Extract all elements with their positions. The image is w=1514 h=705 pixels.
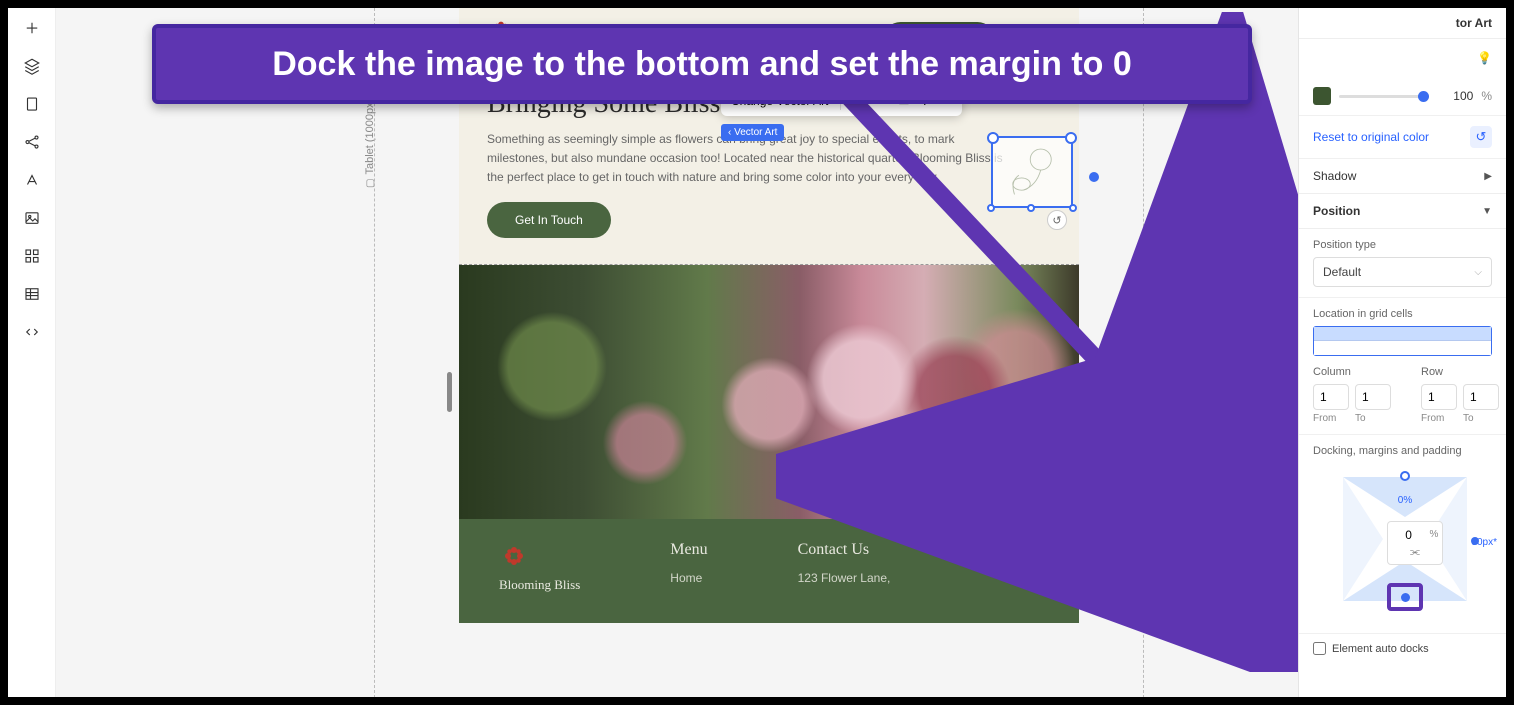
row-label: Row [1421,366,1499,378]
page-icon[interactable] [22,94,42,114]
hint-icon[interactable]: 💡 [1299,39,1506,77]
dock-right-handle[interactable] [1471,537,1479,545]
row-from-input[interactable] [1421,384,1457,410]
undo-icon[interactable]: ↺ [1047,210,1067,230]
opacity-slider[interactable] [1339,95,1429,98]
position-section[interactable]: Position▼ [1299,194,1506,229]
image-icon[interactable] [22,208,42,228]
chevron-down-icon: ▼ [1482,206,1492,217]
footer-menu-heading: Menu [670,541,707,559]
footer-menu: Menu Home [670,541,707,593]
tablet-frame: Blooming Bliss Contact Us Bringing Some … [374,8,1144,697]
footer-contact: Contact Us 123 Flower Lane, [798,541,891,593]
margin-input[interactable] [1392,528,1426,542]
resize-handle-right[interactable] [1086,372,1091,412]
extend-handle[interactable] [1089,172,1099,182]
code-icon[interactable] [22,322,42,342]
panel-title: tor Art [1299,8,1506,39]
docking-widget: 0% % ⫘ 30px* [1313,463,1492,623]
dock-top-handle[interactable] [1400,471,1410,481]
get-in-touch-button[interactable]: Get In Touch [487,202,611,238]
column-to-input[interactable] [1355,384,1391,410]
share-icon[interactable] [22,132,42,152]
column-label: Column [1313,366,1391,378]
reset-icon[interactable]: ↺ [1470,126,1492,148]
text-icon[interactable] [22,170,42,190]
layers-icon[interactable] [22,56,42,76]
link-icon[interactable]: ⫘ [1410,546,1420,559]
add-icon[interactable] [22,18,42,38]
shadow-section[interactable]: Shadow▶ [1299,159,1506,194]
auto-dock-checkbox[interactable] [1313,642,1326,655]
resize-handle-left[interactable] [447,372,452,412]
percent-label: % [1481,89,1492,103]
auto-dock-row: Element auto docks [1299,634,1506,663]
dock-top-value: 0% [1343,495,1467,506]
dock-bottom-target[interactable] [1387,583,1423,611]
footer-contact-heading: Contact Us [798,541,891,559]
color-swatch[interactable] [1313,87,1331,105]
footer-site-name: Blooming Bliss [499,577,580,593]
apps-icon[interactable] [22,246,42,266]
column-from-input[interactable] [1313,384,1349,410]
margin-input-box: % ⫘ [1387,521,1443,565]
reset-color-link[interactable]: Reset to original color ↺ [1299,116,1506,159]
footer-address: 123 Flower Lane, [798,571,891,585]
grid-location-widget[interactable] [1313,326,1492,356]
flower-image[interactable] [459,265,1079,519]
grid-location-label: Location in grid cells [1313,308,1492,320]
left-toolbar [8,8,56,697]
inspector-panel: tor Art 💡 100 % Reset to original color … [1298,8,1506,697]
margin-unit: % [1430,529,1439,540]
auto-dock-label: Element auto docks [1332,643,1429,655]
table-icon[interactable] [22,284,42,304]
position-type-label: Position type [1313,239,1492,251]
selected-element[interactable]: ↺ [991,136,1073,208]
vector-art-badge: Vector Art [721,124,784,141]
instruction-callout: Dock the image to the bottom and set the… [152,24,1252,104]
opacity-value[interactable]: 100 [1437,89,1473,103]
position-type-select[interactable]: Default⌵ [1313,257,1492,287]
footer-link-home[interactable]: Home [670,571,707,585]
chevron-right-icon: ▶ [1484,171,1492,182]
docking-label: Docking, margins and padding [1313,445,1492,457]
site-footer: Blooming Bliss Menu Home Contact Us 123 … [459,519,1079,623]
opacity-row: 100 % [1299,77,1506,116]
footer-logo[interactable]: Blooming Bliss [499,541,580,593]
canvas: Tablet (1000px and Blooming Bliss Contac… [56,8,1298,697]
row-to-input[interactable] [1463,384,1499,410]
